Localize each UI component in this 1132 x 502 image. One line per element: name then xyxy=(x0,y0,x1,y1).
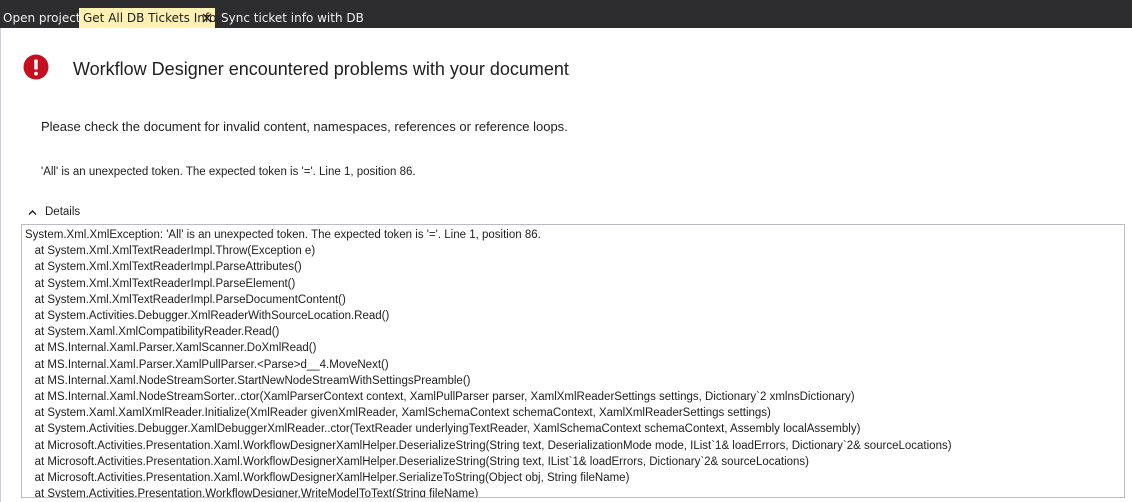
details-toggle[interactable]: Details xyxy=(28,205,80,219)
details-textbox[interactable]: System.Xml.XmlException: 'All' is an une… xyxy=(21,224,1125,498)
tab-label: Get All DB Tickets Info xyxy=(83,11,217,25)
document-tab-strip: Open project Get All DB Tickets Info Syn… xyxy=(0,0,1132,28)
close-icon[interactable] xyxy=(202,13,212,23)
tab-get-all-db-tickets-info[interactable]: Get All DB Tickets Info xyxy=(79,8,217,28)
error-message: Please check the document for invalid co… xyxy=(41,119,568,134)
tab-label: Sync ticket info with DB xyxy=(221,11,364,25)
chevron-up-icon xyxy=(28,209,37,215)
tab-open-project[interactable]: Open project xyxy=(3,9,81,28)
error-icon xyxy=(23,54,49,80)
details-label: Details xyxy=(45,206,81,218)
error-title: Workflow Designer encountered problems w… xyxy=(73,59,569,79)
tab-label: Open project xyxy=(3,11,81,25)
exception-stack-trace: System.Xml.XmlException: 'All' is an une… xyxy=(25,229,952,498)
error-detail-message: 'All' is an unexpected token. The expect… xyxy=(41,166,416,178)
tab-sync-ticket-info-with-db[interactable]: Sync ticket info with DB xyxy=(221,9,364,28)
